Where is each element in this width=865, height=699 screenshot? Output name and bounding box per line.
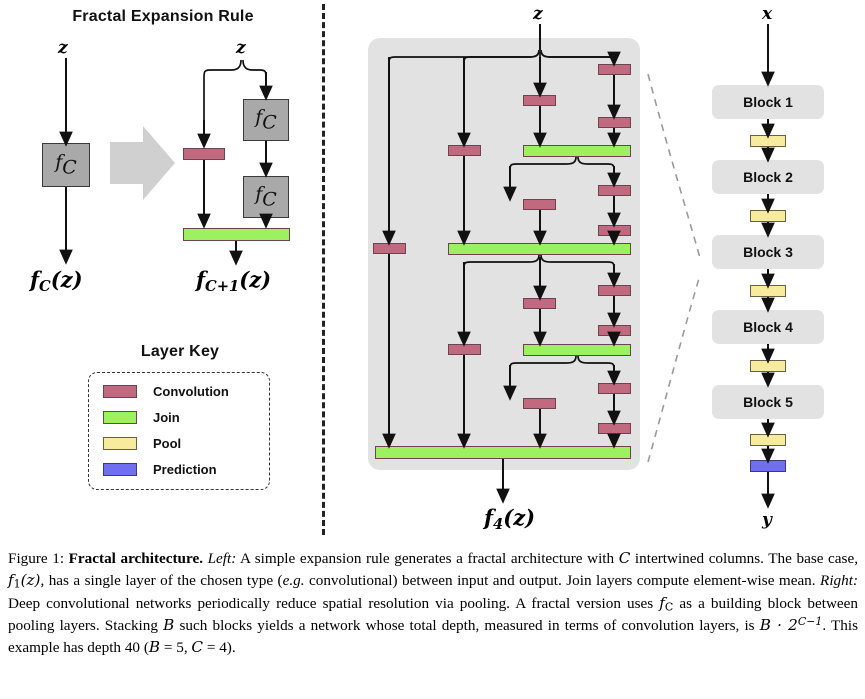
center-conv-bar	[448, 145, 481, 156]
center-conv-bar	[598, 383, 631, 394]
caption-b-value: 5	[176, 639, 184, 657]
expansion-join-bar	[183, 228, 290, 241]
pool-layer-4	[750, 360, 786, 372]
legend-label-prediction: Prediction	[153, 461, 217, 477]
block-1-label: Block 1	[743, 94, 793, 110]
center-conv-bar	[598, 225, 631, 236]
block-3-label: Block 3	[743, 244, 793, 260]
legend-item-prediction: Prediction	[89, 456, 269, 482]
expansion-fc-box-2: fC	[243, 176, 289, 218]
center-conv-bar	[598, 423, 631, 434]
pool-layer-2	[750, 210, 786, 222]
center-conv-bar	[598, 117, 631, 128]
figure-caption: Figure 1: Fractal architecture. Left: A …	[8, 549, 859, 657]
block-2-label: Block 2	[743, 169, 793, 185]
expansion-conv-bar	[183, 148, 225, 160]
center-conv-bar	[523, 95, 556, 106]
center-conv-bar	[598, 64, 631, 75]
legend-item-convolution: Convolution	[89, 378, 269, 404]
block-4: Block 4	[712, 310, 824, 344]
join-swatch	[103, 410, 137, 424]
caption-right-tag: Right:	[820, 571, 859, 589]
center-conv-bar	[598, 325, 631, 336]
prediction-layer	[750, 460, 786, 472]
center-conv-bar	[523, 298, 556, 309]
legend-item-pool: Pool	[89, 430, 269, 456]
center-final-join-bar	[375, 446, 631, 459]
center-conv-bar	[598, 185, 631, 196]
center-join-bar	[523, 145, 631, 157]
prediction-swatch	[103, 462, 137, 476]
center-join-bar	[448, 243, 631, 255]
left-panel-heading: Fractal Expansion Rule	[72, 8, 254, 25]
center-conv-bar	[448, 344, 481, 355]
center-conv-bar	[523, 199, 556, 210]
pool-layer-5	[750, 434, 786, 446]
block-2: Block 2	[712, 160, 824, 194]
block-5-label: Block 5	[743, 394, 793, 410]
expansion-output-label: fC+1(z)	[196, 267, 272, 296]
expansion-fc-box-1: fC	[243, 99, 289, 141]
block-5: Block 5	[712, 385, 824, 419]
panel-divider	[322, 4, 325, 535]
legend-label-convolution: Convolution	[153, 383, 229, 399]
pool-swatch	[103, 436, 137, 450]
center-conv-bar	[598, 285, 631, 296]
center-output-label: f4(z)	[484, 505, 536, 534]
base-fc-label: fC	[55, 151, 77, 179]
figure-root: Fractal Expansion Rule z fC fC(z) z fC f…	[0, 0, 865, 699]
legend-box: Convolution Join Pool Prediction	[88, 372, 270, 490]
block-1: Block 1	[712, 85, 824, 119]
caption-title: Fractal architecture.	[68, 550, 203, 567]
right-input-label: x	[762, 4, 773, 24]
base-input-label: z	[58, 38, 68, 58]
base-output-label: fC(z)	[30, 267, 83, 296]
right-output-label: y	[762, 510, 772, 530]
block-4-label: Block 4	[743, 319, 793, 335]
pool-layer-1	[750, 135, 786, 147]
legend-label-join: Join	[153, 409, 180, 425]
center-conv-bar	[373, 243, 406, 254]
block-3: Block 3	[712, 235, 824, 269]
legend-label-pool: Pool	[153, 435, 182, 451]
caption-figure-number: Figure 1:	[8, 550, 65, 567]
base-fc-box: fC	[42, 143, 90, 187]
pool-layer-3	[750, 285, 786, 297]
center-join-bar	[523, 344, 631, 356]
caption-c-value: 4	[219, 639, 227, 657]
expanded-input-label: z	[236, 38, 246, 58]
center-input-label: z	[533, 4, 543, 24]
legend-item-join: Join	[89, 404, 269, 430]
caption-left-tag: Left:	[207, 550, 237, 567]
convolution-swatch	[103, 384, 137, 398]
center-conv-bar	[523, 398, 556, 409]
legend-heading: Layer Key	[140, 343, 220, 360]
caption-depth-value: 40	[124, 639, 141, 657]
